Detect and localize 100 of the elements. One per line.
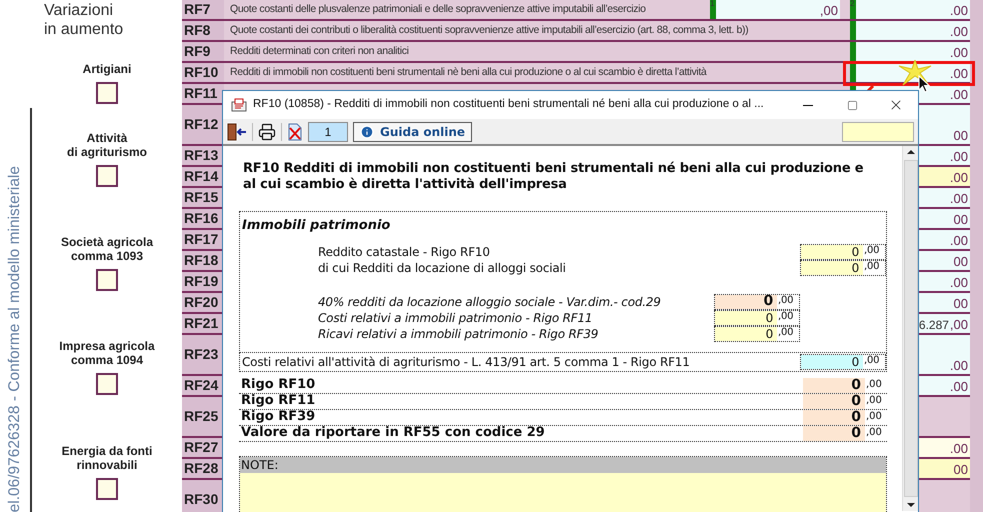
row-code: RF28 <box>182 459 224 478</box>
field-decimals: .00 <box>950 66 968 82</box>
scrollbar-thumb[interactable] <box>904 160 918 497</box>
vertical-caption: el.06/97626328 - Conforme al modello ministeriale <box>7 166 23 512</box>
field-decimals: .00 <box>950 24 968 40</box>
row-code: RF8 <box>182 21 224 40</box>
line-label: Reddito catastale - Rigo RF10 <box>318 244 490 260</box>
field-decimals: 00 <box>954 254 968 270</box>
field-decimals: ,00 <box>950 317 968 333</box>
field-decimals: .00 <box>950 233 968 249</box>
row-code: RF30 <box>182 480 224 512</box>
maximize-icon <box>846 100 858 110</box>
row-code: RF13 <box>182 146 224 165</box>
option-label: Impresa agricola comma 1094 <box>59 339 155 367</box>
row-code: RF17 <box>182 230 224 249</box>
form-app-icon <box>231 98 247 112</box>
section-title: Immobili patrimonio <box>241 217 392 235</box>
field-decimals: .00 <box>950 275 968 291</box>
row-code: RF9 <box>182 42 224 61</box>
amount-decimals: ,00 <box>865 426 883 440</box>
amount-field[interactable]: 0 <box>803 426 865 440</box>
row-code: RF18 <box>182 251 224 270</box>
help-button[interactable]: Guida online <box>353 122 472 142</box>
option-label: Attività di agriturismo <box>66 131 147 159</box>
section-title: Variazioni in aumento <box>44 1 124 39</box>
row-code: RF12 <box>182 105 224 144</box>
row-code: RF23 <box>182 335 224 374</box>
row-code: RF21 <box>182 314 224 333</box>
delete-document-icon[interactable] <box>287 122 303 140</box>
amount-decimals: ,00 <box>865 410 883 424</box>
option-label: Artigiani <box>82 62 132 76</box>
checkbox[interactable] <box>96 478 118 500</box>
info-icon <box>360 124 374 138</box>
row-description: Quote costanti dei contributi o liberalità costituenti sopravvenienze attive imputabili all’esercizio (art. 88, comma 3, lett. b)) <box>230 22 748 38</box>
row-code: RF20 <box>182 293 224 312</box>
option-label: Società agricola comma 1093 <box>60 235 154 263</box>
total-label: Valore da riportare in RF55 con codice 29 <box>241 424 545 442</box>
page-field[interactable]: 1 <box>308 122 348 142</box>
row-code: RF10 <box>182 63 224 82</box>
checkbox[interactable] <box>96 82 118 104</box>
dialog-heading: RF10 Redditi di immobili non costituenti beni strumentali né beni alla cui produzione e al cui scambio è diretta l'attività dell'impresa <box>243 161 864 193</box>
row-code: RF16 <box>182 209 224 228</box>
row-code: RF7 <box>182 0 224 19</box>
amount-field[interactable]: 0 <box>803 378 865 392</box>
field-decimals: .00 <box>950 3 968 19</box>
row-code: RF14 <box>182 167 224 186</box>
amount-decimals: ,00 <box>865 394 883 408</box>
row-code: RF25 <box>182 397 224 436</box>
amount-field[interactable]: .00 <box>850 42 970 61</box>
total-label: Rigo RF10 <box>241 376 316 394</box>
option-label: Energia da fonti rinnovabili <box>62 444 152 472</box>
row-description: Redditi determinati con criteri non analitici <box>230 44 409 59</box>
window-title: RF10 (10858) - Redditi di immobili non costituenti beni strumentali né beni alla cui produzione o al ... <box>253 97 764 112</box>
field-decimals: 00 <box>954 462 968 478</box>
field-decimals: .00 <box>950 358 968 374</box>
field-decimals: 00 <box>954 128 968 144</box>
amount-field[interactable]: .00 <box>850 21 970 40</box>
field-decimals: .00 <box>950 441 968 457</box>
field-index: 2 <box>850 0 854 8</box>
amount-field[interactable]: 2 .00 <box>850 0 970 19</box>
exit-door-icon[interactable] <box>227 122 247 140</box>
printer-icon[interactable] <box>258 122 276 140</box>
scrollbar[interactable] <box>902 146 918 511</box>
field-decimals: 00 <box>954 212 968 228</box>
field-decimals: .00 <box>950 87 968 103</box>
amount-field[interactable]: 1 ,00 <box>710 0 840 19</box>
row-code: RF15 <box>182 188 224 207</box>
checkbox[interactable] <box>96 269 118 291</box>
scroll-up-icon[interactable] <box>906 150 914 154</box>
scroll-down-icon[interactable] <box>906 503 914 507</box>
click-burst-icon <box>898 60 932 86</box>
field-index: 1 <box>710 0 714 8</box>
field-decimals: .00 <box>950 379 968 395</box>
field-decimals: 00 <box>954 296 968 312</box>
total-label: Rigo RF11 <box>241 392 316 410</box>
line-label: Ricavi relativi a immobili patrimonio - Rigo RF39 <box>318 326 598 342</box>
amount-decimals: ,00 <box>865 378 883 392</box>
row-description: Redditi di immobili non costituenti beni strumentali nè beni alla cui produzione o al cui scambio è diretta l’attività <box>230 64 706 80</box>
line-label: di cui Redditi da locazione di alloggi sociali <box>318 260 566 276</box>
line-label: 40% redditi da locazione alloggio sociale - Var.dim.- cod.29 <box>318 294 661 310</box>
row-code: RF24 <box>182 376 224 395</box>
field-decimals: .00 <box>950 149 968 165</box>
row-description: Quote costanti delle plusvalenze patrimoniali e delle sopravvenienze attive imputabili all’esercizio <box>230 2 646 17</box>
minimize-icon <box>803 104 813 106</box>
amount-field[interactable]: 0 <box>803 410 865 424</box>
field-decimals: .00 <box>950 45 968 61</box>
checkbox[interactable] <box>96 165 118 187</box>
field-value: 6.287 <box>918 317 949 333</box>
row-code: RF11 <box>182 84 224 103</box>
line-label: Costi relativi a immobili patrimonio - Rigo RF11 <box>318 310 592 326</box>
field-decimals: .00 <box>950 191 968 207</box>
amount-field[interactable]: 0 <box>803 394 865 408</box>
total-label: Rigo RF39 <box>241 408 316 426</box>
field-decimals: ,00 <box>820 3 838 19</box>
note-label: NOTE: <box>240 456 886 472</box>
field-decimals: .00 <box>950 170 968 186</box>
line-label: Costi relativi all'attività di agriturismo - L. 413/91 art. 5 comma 1 - Rigo RF11 <box>242 354 690 370</box>
row-code: RF27 <box>182 438 224 457</box>
checkbox[interactable] <box>96 373 118 395</box>
search-field[interactable] <box>842 122 914 142</box>
